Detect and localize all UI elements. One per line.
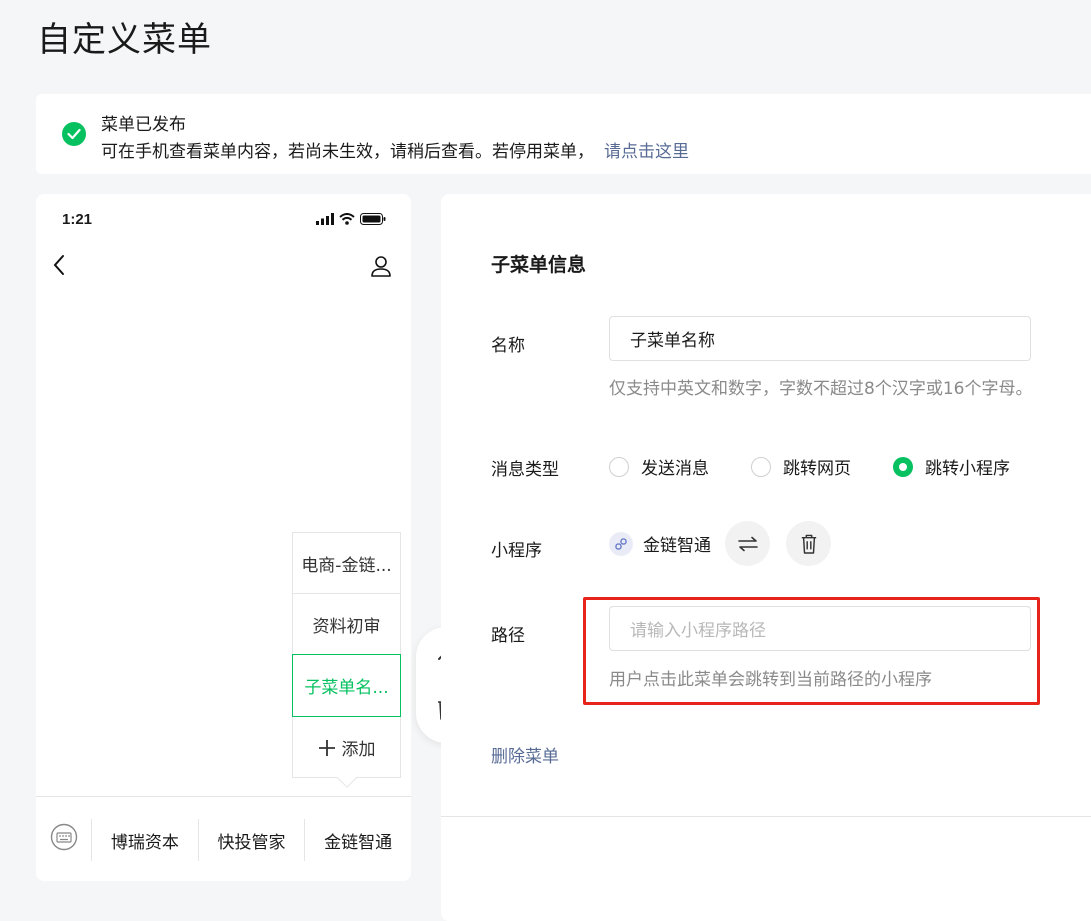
radio-open-miniprogram[interactable]: 跳转小程序 [893,454,1010,479]
wifi-icon [339,213,355,225]
submenu-item-selected[interactable]: 子菜单名... [292,654,401,717]
radio-label: 跳转网页 [783,459,851,479]
phone-preview: 1:21 电商-金链... 资料初审 子菜单名... 添加 博瑞资本 快投管家 … [36,194,411,881]
msg-type-radio-group: 发送消息 跳转网页 跳转小程序 [609,454,1052,479]
trash-icon [801,534,816,554]
menu-bar: 博瑞资本 快投管家 金链智通 [36,796,411,881]
menu-tab-active[interactable]: 金链智通 [304,819,411,861]
signal-icon [316,213,334,225]
radio-send-message[interactable]: 发送消息 [609,454,709,479]
add-submenu-label: 添加 [341,740,376,760]
miniprogram-name: 金链智通 [643,536,711,556]
radio-label: 发送消息 [641,459,709,479]
status-time: 1:21 [62,211,93,228]
submenu-item[interactable]: 资料初审 [293,594,400,655]
menu-tab[interactable]: 博瑞资本 [91,819,198,861]
name-hint: 仅支持中英文和数字，字数不超过8个汉字或16个字母。 [609,379,1033,399]
disable-menu-link[interactable]: 请点击这里 [604,142,689,162]
name-input[interactable]: 子菜单名称 [609,316,1031,361]
banner-description-text: 可在手机查看菜单内容，若尚未生效，请稍后查看。若停用菜单， [101,142,594,162]
submenu-item[interactable]: 电商-金链... [293,533,400,594]
swap-miniprogram-button[interactable] [725,521,770,566]
panel-title: 子菜单信息 [491,254,587,276]
remove-miniprogram-button[interactable] [786,521,831,566]
radio-label: 跳转小程序 [925,459,1010,479]
swap-arrows-icon [737,536,758,551]
plus-icon [318,739,335,756]
banner-title: 菜单已发布 [101,115,186,135]
miniprogram-label: 小程序 [491,541,542,561]
user-profile-icon[interactable] [370,255,392,277]
status-icons [316,213,386,225]
divider [441,816,1091,817]
menu-tab[interactable]: 快投管家 [197,819,305,861]
radio-dot [751,456,771,477]
submenu-popup: 电商-金链... 资料初审 子菜单名... 添加 [292,532,401,788]
banner-description: 可在手机查看菜单内容，若尚未生效，请稍后查看。若停用菜单， 请点击这里 [101,137,689,162]
page-title: 自定义菜单 [37,20,212,60]
radio-open-webpage[interactable]: 跳转网页 [751,454,851,479]
radio-dot-checked [893,456,913,477]
path-label: 路径 [491,626,525,646]
check-circle-icon [62,122,86,146]
radio-dot [609,456,629,477]
battery-icon [360,213,386,225]
submenu-editor-panel: 子菜单信息 名称 子菜单名称 仅支持中英文和数字，字数不超过8个汉字或16个字母… [441,194,1091,921]
name-label: 名称 [491,336,525,356]
keyboard-icon[interactable] [50,823,78,851]
back-chevron-icon[interactable] [52,254,66,276]
path-highlight-box [583,597,1040,705]
link-icon [609,531,633,556]
menu-tabs: 博瑞资本 快投管家 金链智通 [91,819,411,861]
publish-status-banner: 菜单已发布 可在手机查看菜单内容，若尚未生效，请稍后查看。若停用菜单， 请点击这里 [36,94,1091,174]
delete-menu-link[interactable]: 删除菜单 [491,742,559,767]
msg-type-label: 消息类型 [491,460,559,480]
miniprogram-row: 金链智通 [609,521,847,566]
